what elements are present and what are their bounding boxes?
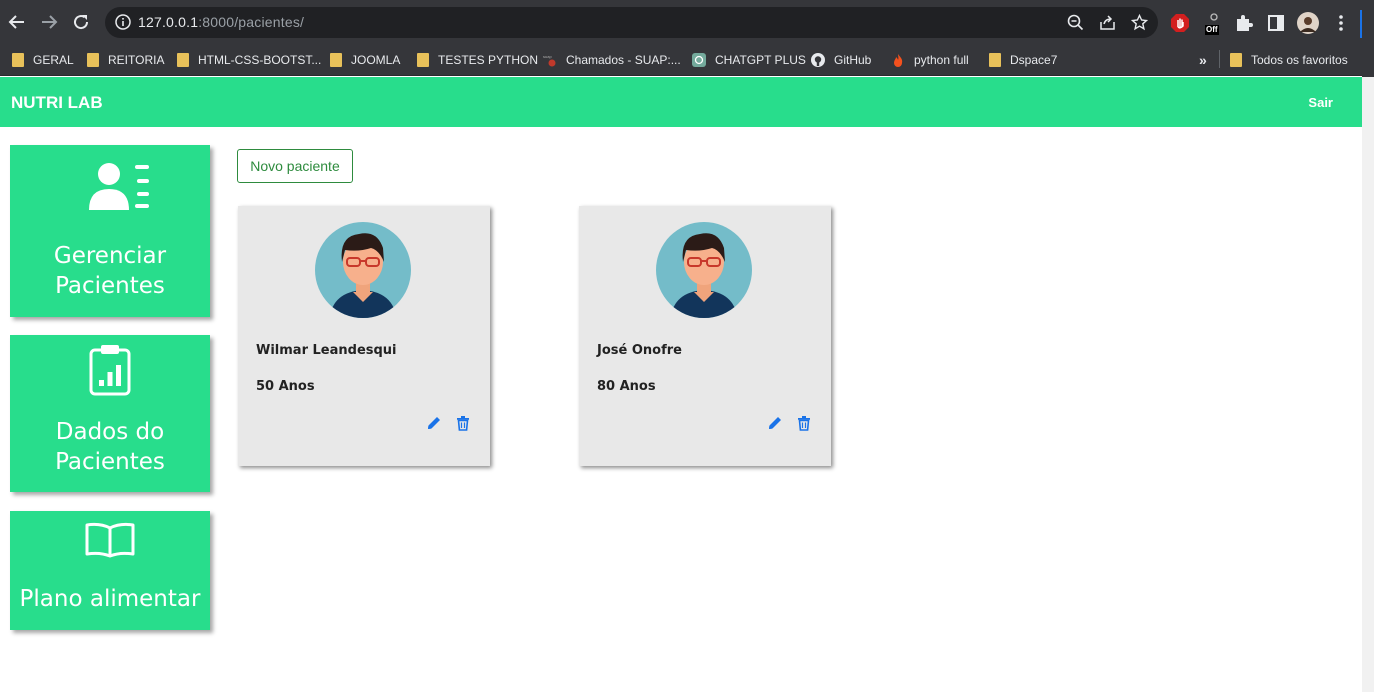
bookmark-label: GitHub [834,53,872,67]
sidebar-item-label: Dados do [55,419,165,445]
bookmark-python-full[interactable]: python full [891,51,969,69]
folder-icon [417,53,429,67]
extensions-puzzle-icon[interactable] [1234,13,1254,33]
bookmark-label: Chamados - SUAP:... [566,53,681,67]
folder-icon [1230,53,1242,67]
bookmark-testes-python[interactable]: TESTES PYTHON [417,51,538,69]
delete-trash-icon[interactable] [796,415,812,431]
bookmark-chatgpt-plus[interactable]: CHATGPT PLUS [692,51,806,69]
bookmark-label: GERAL [33,53,74,67]
patient-avatar-icon [315,222,411,318]
bookmark-geral[interactable]: GERAL [12,51,74,69]
bookmark-reitoria[interactable]: REITORIA [87,51,164,69]
folder-icon [177,53,189,67]
sidebar-item-label: Pacientes [55,449,165,475]
bookmarks-separator [1219,50,1220,68]
reload-icon[interactable] [69,10,93,34]
sidebar-item-dados-pacientes[interactable]: Dados do Pacientes [10,335,210,492]
folder-icon [12,53,24,67]
bookmark-dspace7[interactable]: Dspace7 [989,51,1057,69]
bookmark-chamados-suap[interactable]: suap Chamados - SUAP:... [543,51,681,69]
github-icon [811,53,825,67]
bookmark-label: HTML-CSS-BOOTST... [198,53,322,67]
folder-icon [330,53,342,67]
side-panel-icon[interactable] [1266,13,1286,33]
edit-pencil-icon[interactable] [767,415,783,431]
bookmark-label: CHATGPT PLUS [715,53,806,67]
new-patient-button[interactable]: Novo paciente [237,149,353,183]
sidebar-item-gerenciar-pacientes[interactable]: Gerenciar Pacientes [10,145,210,317]
forward-arrow-icon[interactable] [37,10,61,34]
sidebar-item-plano-alimentar[interactable]: Plano alimentar [10,511,210,630]
fire-icon [894,54,903,67]
sidebar-item-label: Gerenciar [53,243,167,269]
bookmark-star-icon[interactable] [1131,14,1148,31]
profile-avatar-icon[interactable] [1297,12,1319,34]
address-bar[interactable]: 127.0.0.1:8000/pacientes/ [105,7,1158,38]
bookmark-label: JOOMLA [351,53,401,67]
bookmark-github[interactable]: GitHub [811,51,871,69]
suap-icon: suap [543,54,556,67]
menu-kebab-icon[interactable] [1331,13,1351,33]
sidebar-item-label: Pacientes [55,273,165,299]
patient-avatar-icon [656,222,752,318]
folder-icon [87,53,99,67]
book-icon [85,522,135,558]
chrome-edge [1362,0,1374,77]
logout-link[interactable]: Sair [1308,95,1333,110]
clipboard-chart-icon [89,345,131,396]
extension-off-icon[interactable]: Off [1203,12,1227,36]
bookmarks-bar: GERAL REITORIA HTML-CSS-BOOTST... JOOMLA… [0,44,1374,76]
patient-age: 50 Anos [256,379,315,394]
site-info-icon[interactable] [115,14,131,30]
folder-icon [989,53,1001,67]
patient-name: Wilmar Leandesqui [256,343,397,358]
patient-age: 80 Anos [597,379,656,394]
patient-card[interactable]: José Onofre 80 Anos [579,206,831,466]
adblock-hand-icon[interactable] [1170,13,1190,33]
bookmark-label: Todos os favoritos [1251,53,1348,67]
delete-trash-icon[interactable] [455,415,471,431]
share-icon[interactable] [1099,14,1116,31]
app-navbar: NUTRI LAB Sair [0,77,1362,127]
bookmark-label: TESTES PYTHON [438,53,539,67]
browser-toolbar: 127.0.0.1:8000/pacientes/ Off [0,0,1374,44]
user-list-icon [89,163,149,210]
brand-logo-text[interactable]: NUTRI LAB [11,93,103,113]
sidebar-item-label: Plano alimentar [19,586,201,612]
bookmark-label: python full [914,53,969,67]
patient-card[interactable]: Wilmar Leandesqui 50 Anos [238,206,490,466]
off-badge: Off [1205,25,1219,35]
zoom-out-icon[interactable] [1067,14,1084,31]
url-text[interactable]: 127.0.0.1:8000/pacientes/ [138,14,304,30]
bookmark-label: REITORIA [108,53,165,67]
svg-text:suap: suap [543,54,552,59]
back-arrow-icon[interactable] [5,10,29,34]
bookmark-all-favorites[interactable]: Todos os favoritos [1230,51,1348,69]
edit-pencil-icon[interactable] [426,415,442,431]
patient-name: José Onofre [597,343,682,358]
bookmark-joomla[interactable]: JOOMLA [330,51,400,69]
page-scrollbar-track[interactable] [1362,77,1374,692]
bookmarks-overflow-button[interactable]: » [1199,51,1207,69]
bookmark-html-css-bootstrap[interactable]: HTML-CSS-BOOTST... [177,51,321,69]
bookmark-label: Dspace7 [1010,53,1058,67]
chatgpt-icon [692,53,706,67]
